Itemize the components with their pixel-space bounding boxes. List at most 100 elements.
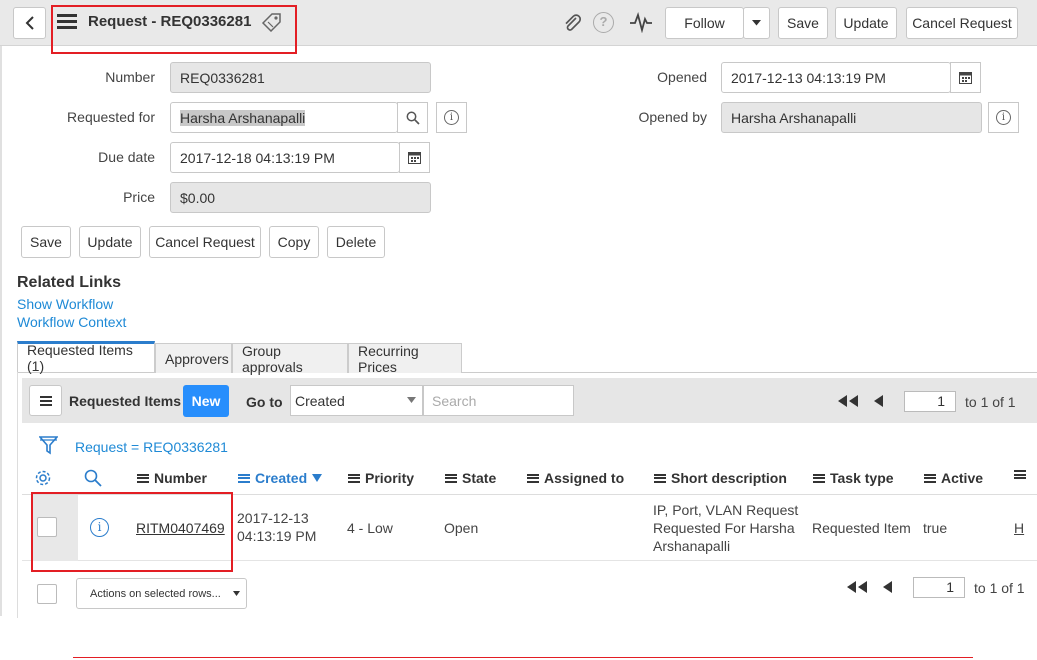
info-icon: i — [996, 110, 1011, 125]
requested-for-label: Requested for — [67, 109, 155, 125]
tab-group-approvals[interactable]: Group approvals — [232, 342, 348, 375]
form-left-border — [0, 46, 2, 616]
column-header-assigned-to[interactable]: Assigned to — [527, 470, 624, 486]
form-save-button[interactable]: Save — [21, 226, 71, 258]
due-date-field[interactable]: 2017-12-18 04:13:19 PM — [170, 142, 400, 173]
header-save-button[interactable]: Save — [778, 7, 828, 39]
page-total: to 1 of 1 — [965, 394, 1016, 410]
caret-down-icon — [407, 397, 416, 403]
list-title: Requested Items — [69, 393, 182, 409]
requested-for-field[interactable]: Harsha Arshanapalli — [170, 102, 398, 133]
tab-approvers-label: Approvers — [165, 350, 229, 367]
header-cancel-request-button[interactable]: Cancel Request — [906, 7, 1018, 39]
column-task-type-label: Task type — [830, 470, 894, 486]
paperclip-icon[interactable] — [561, 12, 583, 37]
tab-requested-items[interactable]: Requested Items (1) — [17, 341, 155, 374]
requested-for-lookup-button[interactable] — [397, 102, 428, 133]
show-workflow-link[interactable]: Show Workflow — [17, 296, 113, 312]
highlight-title — [51, 5, 297, 54]
tab-approvers[interactable]: Approvers — [155, 343, 232, 373]
list-menu-button[interactable] — [29, 385, 62, 416]
column-header-overflow[interactable] — [1014, 470, 1026, 479]
requested-for-value: Harsha Arshanapalli — [180, 109, 306, 126]
filter-icon[interactable] — [38, 435, 59, 458]
first-page-icon[interactable] — [845, 580, 869, 597]
column-menu-icon — [527, 473, 539, 483]
search-icon — [406, 111, 420, 125]
header-update-label: Update — [843, 15, 889, 31]
calendar-icon — [408, 152, 421, 164]
calendar-icon — [959, 72, 972, 84]
follow-label: Follow — [684, 15, 725, 31]
tab-group-approvals-label: Group approvals — [242, 342, 303, 375]
row-short-description: IP, Port, VLAN Request Requested For Har… — [653, 501, 798, 555]
column-menu-icon — [654, 473, 666, 483]
column-header-number[interactable]: Number — [137, 470, 207, 486]
opened-calendar-button[interactable] — [950, 62, 981, 93]
form-cancel-request-button[interactable]: Cancel Request — [149, 226, 261, 258]
form-copy-label: Copy — [277, 234, 311, 250]
tab-recurring-prices[interactable]: Recurring Prices — [348, 343, 462, 375]
follow-button[interactable]: Follow — [665, 7, 744, 39]
form-copy-button[interactable]: Copy — [269, 226, 319, 258]
column-menu-icon — [137, 473, 149, 483]
number-field[interactable]: REQ0336281 — [170, 62, 431, 93]
search-placeholder: Search — [432, 392, 477, 409]
actions-select[interactable]: Actions on selected rows... — [76, 578, 247, 609]
caret-down-icon — [752, 20, 761, 26]
requested-for-info-button[interactable]: i — [436, 102, 467, 133]
due-date-calendar-button[interactable] — [399, 142, 430, 173]
bottom-page-total: to 1 of 1 — [974, 580, 1025, 596]
opened-by-field[interactable]: Harsha Arshanapalli — [721, 102, 982, 133]
page-number-input[interactable]: 1 — [904, 391, 956, 412]
column-assigned-to-label: Assigned to — [544, 470, 625, 486]
workflow-context-link[interactable]: Workflow Context — [17, 314, 126, 330]
row-priority: 4 - Low — [347, 520, 393, 536]
page-number-value: 1 — [937, 393, 945, 409]
list-search-input[interactable]: Search — [423, 385, 574, 416]
form-delete-button[interactable]: Delete — [327, 226, 385, 258]
opened-label: Opened — [657, 69, 707, 85]
column-search-icon[interactable] — [84, 469, 102, 490]
back-button[interactable] — [13, 7, 46, 39]
price-field[interactable]: $0.00 — [170, 182, 431, 213]
column-active-label: Active — [941, 470, 984, 486]
sort-desc-icon — [312, 474, 323, 482]
prev-page-icon[interactable] — [872, 394, 884, 411]
row-created: 2017-12-13 04:13:19 PM — [237, 509, 316, 545]
column-header-active[interactable]: Active — [924, 470, 983, 486]
opened-field[interactable]: 2017-12-13 04:13:19 PM — [721, 62, 951, 93]
column-header-state[interactable]: State — [445, 470, 496, 486]
header-update-button[interactable]: Update — [835, 7, 897, 39]
row-overflow-link[interactable]: H — [1014, 519, 1024, 537]
goto-select[interactable]: Created — [290, 385, 423, 416]
first-page-icon[interactable] — [836, 394, 860, 411]
select-all-checkbox[interactable] — [37, 584, 57, 604]
column-menu-icon — [348, 473, 360, 483]
column-header-priority[interactable]: Priority — [348, 470, 414, 486]
column-priority-label: Priority — [365, 470, 415, 486]
new-button[interactable]: New — [183, 385, 229, 417]
column-header-created[interactable]: Created — [238, 470, 323, 486]
column-header-task-type[interactable]: Task type — [813, 470, 894, 486]
due-date-label: Due date — [98, 149, 155, 165]
row-short-description-line: Arshanapalli — [653, 538, 731, 554]
prev-page-icon[interactable] — [881, 580, 893, 597]
related-links-heading: Related Links — [17, 274, 122, 291]
follow-dropdown-button[interactable] — [743, 7, 770, 39]
form-update-button[interactable]: Update — [79, 226, 141, 258]
row-state: Open — [444, 520, 479, 536]
help-icon[interactable]: ? — [593, 12, 614, 33]
form-update-label: Update — [87, 234, 133, 250]
row-short-description-line: Requested For Harsha — [653, 520, 795, 536]
opened-by-info-button[interactable]: i — [988, 102, 1019, 133]
activity-icon[interactable] — [629, 11, 653, 36]
price-label: Price — [123, 189, 155, 205]
bottom-page-number-input[interactable]: 1 — [913, 577, 965, 598]
gear-icon[interactable] — [34, 469, 52, 490]
menu-icon — [39, 395, 52, 406]
column-header-short-description[interactable]: Short description — [654, 470, 787, 486]
new-label: New — [191, 393, 221, 409]
filter-breadcrumb[interactable]: Request = REQ0336281 — [75, 439, 228, 455]
form-delete-label: Delete — [335, 234, 377, 250]
